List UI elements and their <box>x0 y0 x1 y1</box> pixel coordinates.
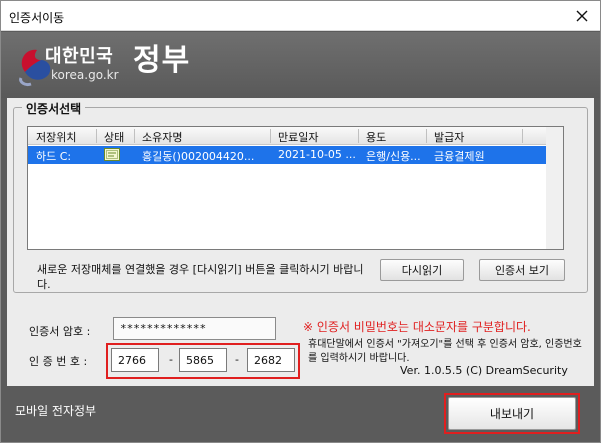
auth-code-input-1[interactable] <box>111 348 159 372</box>
cell-location: 하드 C: <box>36 150 72 163</box>
column-separator <box>134 129 135 143</box>
government-logo: 대한민국 정부 korea.go.kr <box>15 36 195 94</box>
auth-code-input-3[interactable] <box>247 348 295 372</box>
cell-owner: 홍길동()002004420... <box>142 150 255 163</box>
list-scrollbar[interactable] <box>546 127 563 249</box>
footer-bar: 모바일 전자정부 내보내기 <box>1 386 600 442</box>
reload-button[interactable]: 다시읽기 <box>380 259 464 281</box>
column-header-usage[interactable]: 용도 <box>366 129 386 145</box>
logo-big-text: 정부 <box>133 43 191 78</box>
certificate-icon <box>104 148 120 161</box>
column-separator <box>270 129 271 143</box>
view-cert-button[interactable]: 인증서 보기 <box>479 259 565 281</box>
cert-list[interactable]: 저장위치 상태 소유자명 만료일자 용도 발급자 하드 C: 홍길동()0020… <box>27 126 564 250</box>
column-separator <box>426 129 427 143</box>
cell-usage: 은행/신용... <box>366 150 421 163</box>
cert-move-window: 인증서이동 대한민국 정부 korea.go.kr 인증서선택 저장위치 상태 <box>0 0 601 443</box>
dash-separator: - <box>169 353 173 366</box>
export-button[interactable]: 내보내기 <box>448 397 576 430</box>
dash-separator: - <box>235 353 239 366</box>
column-header-issuer[interactable]: 발급자 <box>434 129 464 145</box>
reload-note: 새로운 저장매체를 연결했을 경우 [다시읽기] 버튼을 클릭하시기 바랍니다. <box>37 263 364 291</box>
window-title: 인증서이동 <box>9 11 65 25</box>
cell-issuer: 금융결제원 <box>434 150 485 163</box>
auth-code-input-2[interactable] <box>179 348 227 372</box>
logo-domain: korea.go.kr <box>51 68 119 82</box>
group-title: 인증서선택 <box>22 100 86 117</box>
password-field[interactable] <box>113 317 276 340</box>
column-header-owner[interactable]: 소유자명 <box>142 129 182 145</box>
guide-text: 휴대단말에서 인증서 "가져오기"를 선택 후 인증서 암호, 인증번호를 입력… <box>308 339 582 364</box>
list-header: 저장위치 상태 소유자명 만료일자 용도 발급자 <box>28 127 563 145</box>
header-banner: 대한민국 정부 korea.go.kr <box>1 32 600 98</box>
column-separator <box>358 129 359 143</box>
close-icon[interactable] <box>572 6 592 26</box>
column-separator <box>522 129 523 143</box>
column-header-status[interactable]: 상태 <box>104 129 124 145</box>
case-warning: ※ 인증서 비밀번호는 대소문자를 구분합니다. <box>303 320 531 334</box>
column-header-expiry[interactable]: 만료일자 <box>278 129 318 145</box>
cell-expiry: 2021-10-05 ... <box>278 148 356 161</box>
table-row[interactable]: 하드 C: 홍길동()002004420... 2021-10-05 ... 은… <box>28 146 546 164</box>
auth-number-label: 인 증 번 호 : <box>29 355 88 368</box>
logo-text: 대한민국 <box>45 46 114 67</box>
mobile-egov-label: 모바일 전자정부 <box>15 404 97 418</box>
main-panel: 인증서선택 저장위치 상태 소유자명 만료일자 용도 발급자 하드 C: 홍길동… <box>7 98 594 386</box>
column-header-location[interactable]: 저장위치 <box>36 129 76 145</box>
column-separator <box>96 129 97 143</box>
version-text: Ver. 1.0.5.5 (C) DreamSecurity <box>400 364 568 377</box>
title-bar: 인증서이동 <box>1 1 600 31</box>
password-label: 인증서 암호 : <box>29 325 91 338</box>
